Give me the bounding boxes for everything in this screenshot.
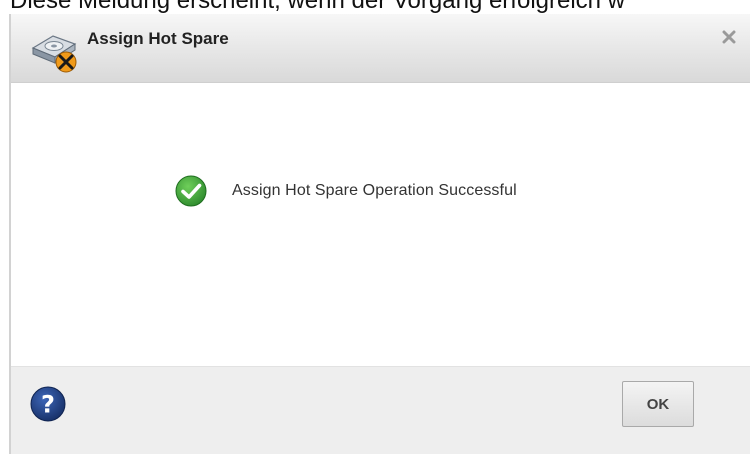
dialog-titlebar: Assign Hot Spare [11,14,750,83]
status-message: Assign Hot Spare Operation Successful [174,174,517,208]
assign-hot-spare-dialog: Assign Hot Spare Assign Hot Spare Operat… [9,14,750,454]
caption-text: Diese Meldung erscheint, wenn der Vorgan… [10,0,626,14]
dialog-body: Assign Hot Spare Operation Successful [11,83,750,366]
svg-text:?: ? [41,391,55,419]
success-check-icon [174,174,208,208]
hot-spare-disk-icon [29,26,83,76]
help-icon[interactable]: ? [29,385,67,423]
close-button[interactable] [716,26,742,52]
ok-button[interactable]: OK [622,381,694,427]
dialog-footer: ? OK [11,366,750,454]
close-icon [722,30,736,49]
message-text: Assign Hot Spare Operation Successful [232,182,517,199]
dialog-title: Assign Hot Spare [87,29,229,48]
